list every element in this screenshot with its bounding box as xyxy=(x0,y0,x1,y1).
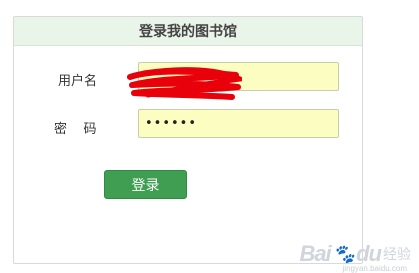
watermark-text: 经验 xyxy=(383,246,411,262)
watermark-url: jingyan.baidu.com xyxy=(342,264,407,273)
panel-title: 登录我的图书馆 xyxy=(14,17,362,46)
watermark-brand: Bai xyxy=(299,241,331,266)
login-button[interactable]: 登录 xyxy=(104,170,187,199)
login-panel: 登录我的图书馆 用户名 密 码 登录 xyxy=(13,16,363,264)
password-field[interactable] xyxy=(138,109,339,138)
paw-icon: 🐾 xyxy=(332,243,355,264)
username-label: 用户名 xyxy=(58,74,98,89)
password-label: 密 码 xyxy=(54,122,97,137)
username-field[interactable] xyxy=(138,62,339,91)
